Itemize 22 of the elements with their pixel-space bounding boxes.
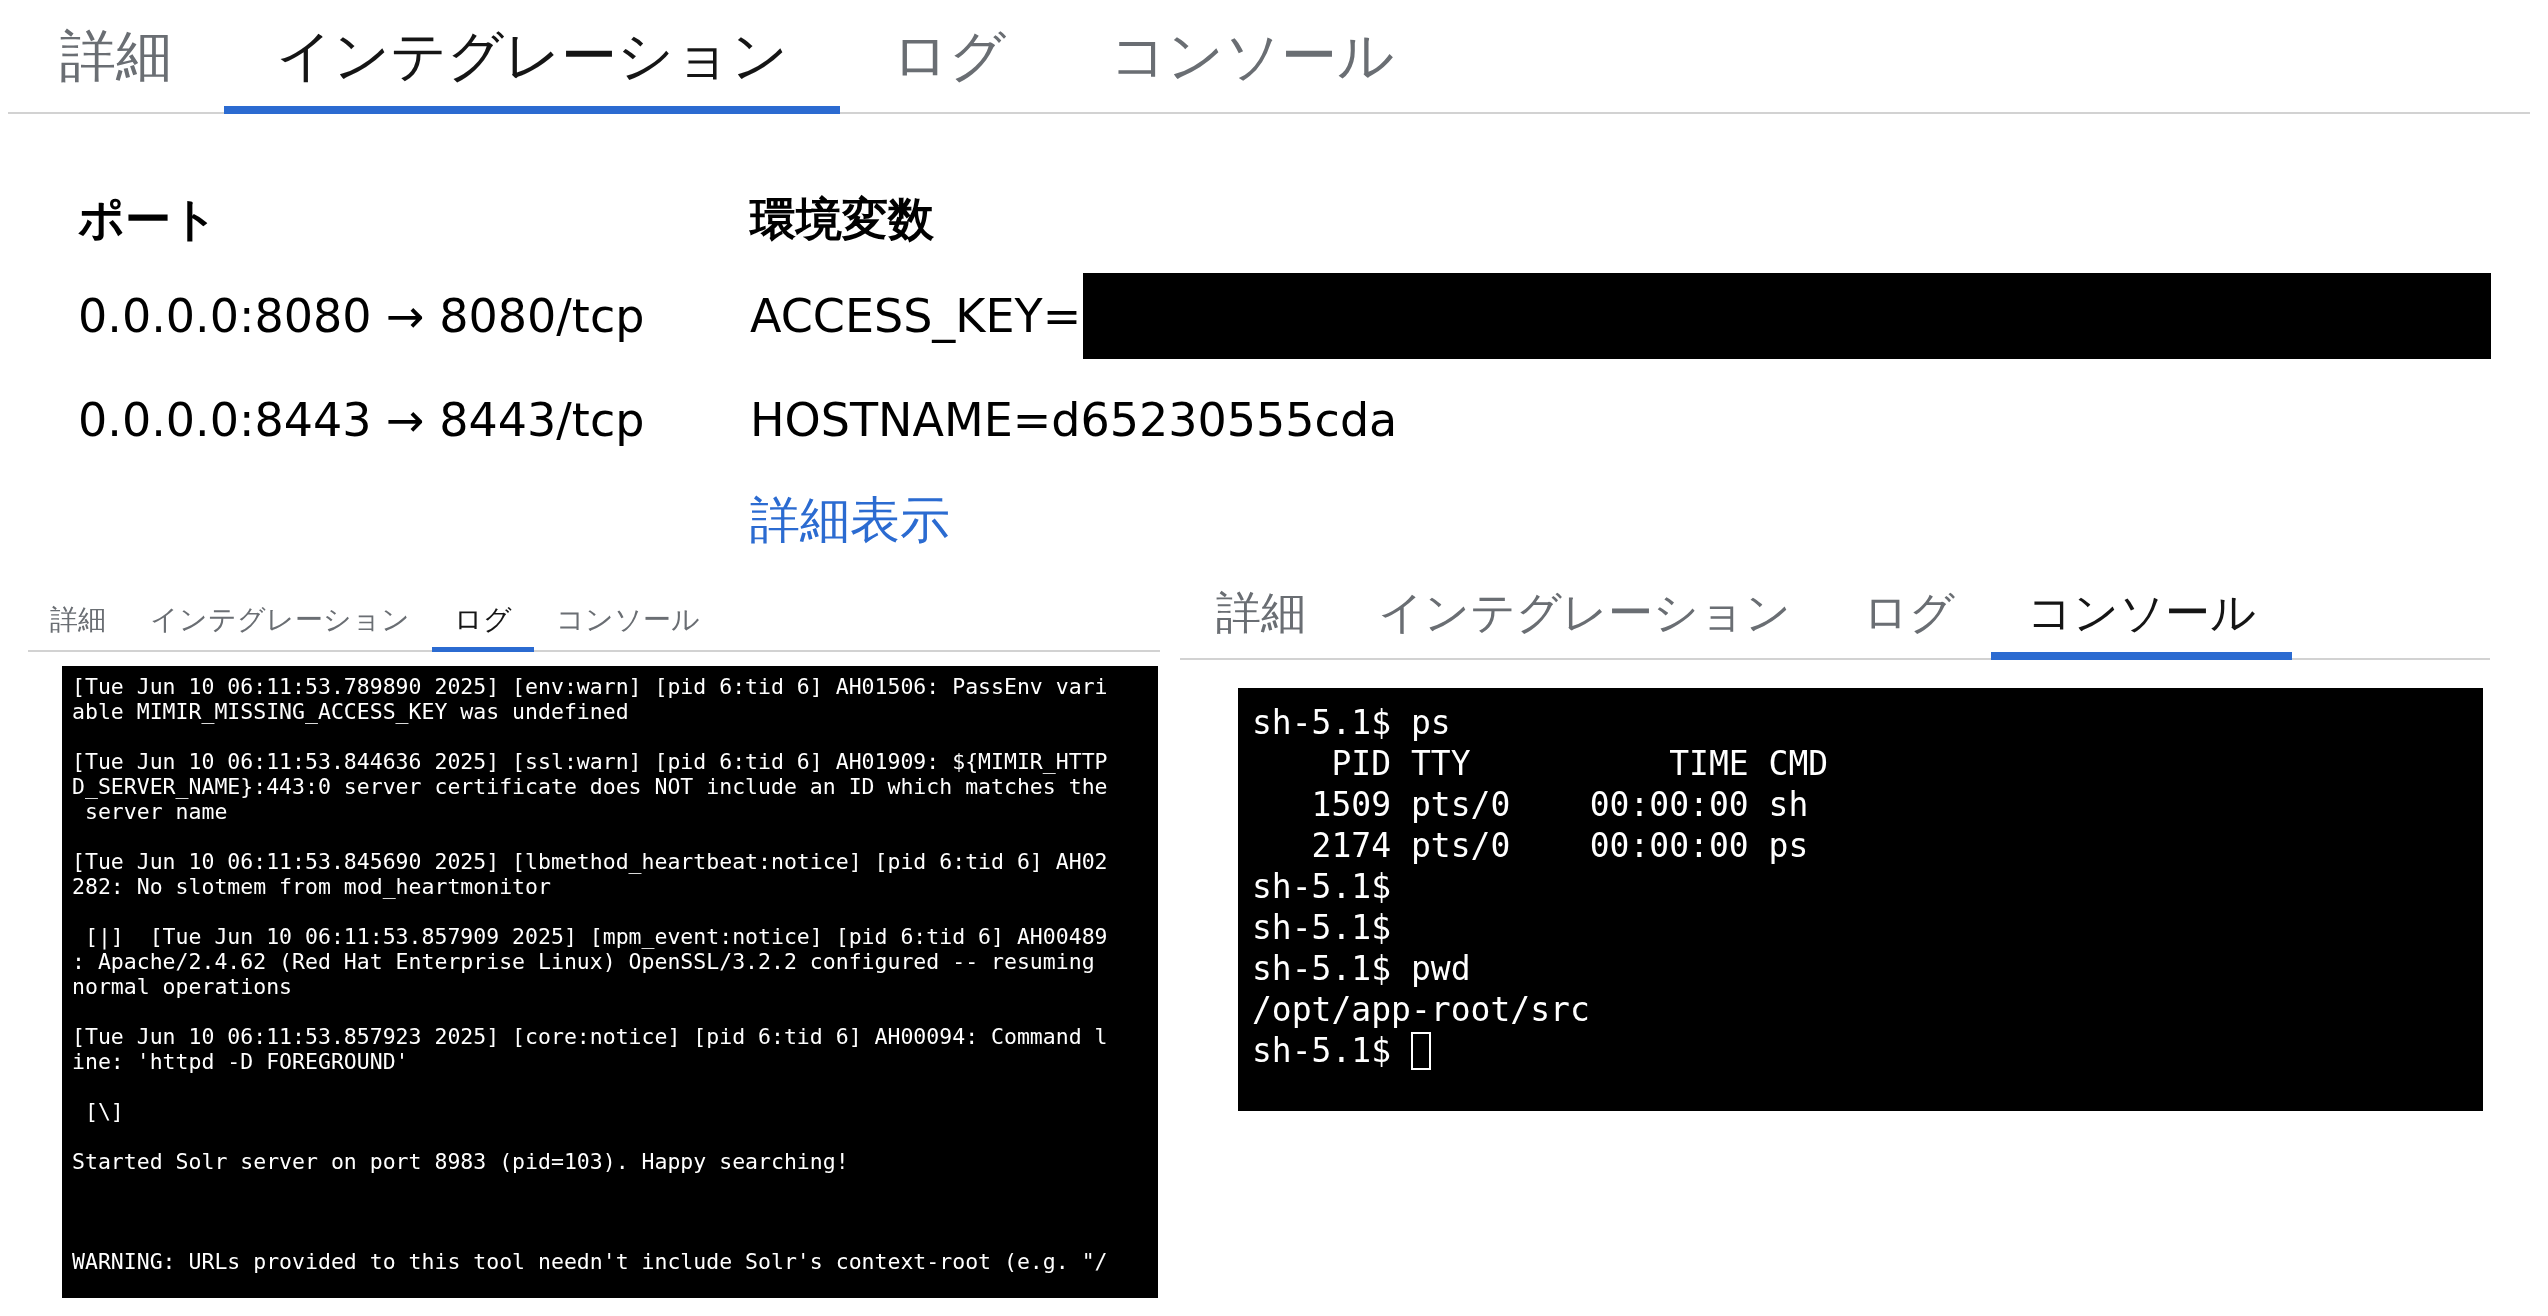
section-heading: ポート — [78, 190, 219, 248]
tab[interactable]: ログ — [432, 590, 534, 650]
tab[interactable]: 詳細 — [1180, 568, 1342, 658]
port-mapping: 0.0.0.0:8080 → 8080/tcp — [78, 287, 646, 345]
env-variable: ACCESS_KEY= — [750, 287, 1082, 345]
tab[interactable]: インテグレーション — [128, 590, 432, 650]
port-mapping: 0.0.0.0:8443 → 8443/tcp — [78, 391, 646, 449]
tab[interactable]: 詳細 — [28, 590, 128, 650]
tab[interactable]: コンソール — [1991, 568, 2292, 658]
tab[interactable]: コンソール — [1058, 0, 1446, 112]
show-details-link[interactable]: 詳細表示 — [750, 472, 2492, 568]
cursor-icon — [1411, 1031, 1432, 1070]
env-variable: HOSTNAME=d65230555cda — [750, 391, 1398, 449]
tab[interactable]: 詳細 — [8, 0, 224, 112]
tab[interactable]: コンソール — [534, 590, 722, 650]
tab[interactable]: ログ — [1827, 568, 1991, 658]
tab[interactable]: インテグレーション — [224, 0, 840, 112]
log-output: [Tue Jun 10 06:11:53.789890 2025] [env:warn] [pid 6:tid 6] AH01506: PassEnv vari able MIMIR_MISSING_ACCESS_KEY was undefined [Tue Jun 10 06:11:53.844636 2025] [ssl:warn] [pid 6:tid 6] AH01909: ${MIMIR_HTTP D_SERVER_NAME}:443:0 server certificate does NOT include an ID which matches the server name [Tue Jun 10 06:11:53.845690 2025] [lbmethod_heartbeat:notice] [pid 6:tid 6] AH02 282: No slotmem from mod_heartmonitor [|] [Tue Jun 10 06:11:53.857909 2025] [mpm_event:notice] [pid 6:tid 6] AH00489 : Apache/2.4.62 (Red Hat Enterprise Linux) OpenSSL/3.2.2 configured -- resuming normal operations [Tue Jun 10 06:11:53.857923 2025] [core:notice] [pid 6:tid 6] AH00094: Command l ine: 'httpd -D FOREGROUND' [\] Started Solr server on port 8983 (pid=103). Happy searching! WARNING: URLs provided to this tool needn't include Solr's context-root (e.g. "/ — [72, 674, 1109, 1274]
tab[interactable]: ログ — [840, 0, 1058, 112]
section-heading: 環境変数 — [750, 190, 935, 248]
tab[interactable]: インテグレーション — [1342, 568, 1827, 658]
console-prompt: sh-5.1$ — [1252, 1030, 1392, 1071]
